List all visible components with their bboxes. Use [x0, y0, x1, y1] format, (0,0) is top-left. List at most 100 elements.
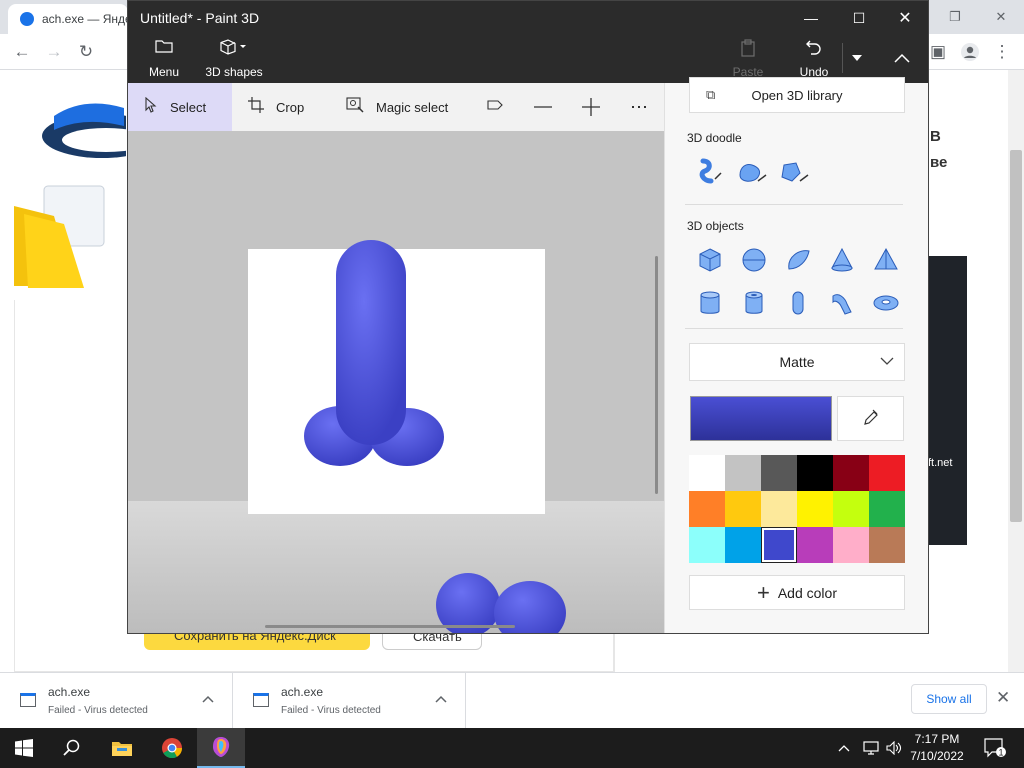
download-filename: ach.exe — [281, 685, 324, 699]
search-icon[interactable] — [48, 728, 96, 768]
ad-banner[interactable] — [928, 256, 967, 545]
menu-label: Menu — [148, 65, 180, 79]
flag-icon[interactable] — [486, 83, 510, 131]
soft-edge-doodle-icon[interactable] — [735, 155, 769, 189]
browser-close-button[interactable]: ✕ — [978, 0, 1024, 34]
yandex-disk-favicon-icon — [20, 12, 34, 26]
chevron-up-icon[interactable] — [202, 691, 214, 706]
minimize-button[interactable]: — — [788, 5, 834, 31]
close-download-bar-icon[interactable]: ✕ — [996, 688, 1010, 708]
color-swatch[interactable] — [761, 491, 797, 527]
library-label: Open 3D library — [751, 87, 843, 103]
taskbar-clock[interactable]: 7:17 PM 7/10/2022 — [900, 731, 974, 765]
magic-select-tool[interactable]: Magic select — [346, 83, 470, 131]
maximize-button[interactable]: ☐ — [836, 5, 882, 31]
magic-select-label: Magic select — [376, 99, 449, 115]
color-swatch[interactable] — [761, 455, 797, 491]
tube-doodle-icon[interactable] — [693, 155, 727, 189]
color-swatch[interactable] — [689, 455, 725, 491]
download-filename: ach.exe — [48, 685, 91, 699]
network-icon[interactable] — [862, 728, 880, 768]
capsule-icon[interactable] — [781, 286, 815, 320]
color-swatch[interactable] — [725, 491, 761, 527]
close-button[interactable]: ✕ — [882, 5, 928, 31]
crop-icon — [248, 97, 264, 117]
page-heading-fragment: ве — [930, 154, 948, 171]
donut-icon[interactable] — [869, 286, 903, 320]
menu-button[interactable]: Menu — [146, 39, 182, 79]
color-swatch[interactable] — [797, 491, 833, 527]
color-swatch[interactable] — [689, 491, 725, 527]
folder-icon — [155, 39, 173, 57]
download-item[interactable]: ach.exe Failed - Virus detected — [233, 673, 466, 729]
clock-time: 7:17 PM — [914, 732, 960, 746]
crop-tool[interactable]: Crop — [248, 83, 328, 131]
chevron-up-icon[interactable] — [435, 691, 447, 706]
add-color-button[interactable]: + Add color — [689, 575, 905, 610]
open-3d-library-button[interactable]: ⧉ Open 3D library — [689, 77, 905, 113]
browser-maximize-button[interactable]: ❐ — [932, 0, 978, 34]
color-swatch[interactable] — [761, 527, 797, 563]
color-swatch[interactable] — [833, 491, 869, 527]
eyedropper-button[interactable] — [837, 396, 904, 441]
file-explorer-icon[interactable] — [98, 728, 146, 768]
current-color-swatch[interactable] — [690, 396, 832, 441]
color-swatch[interactable] — [689, 527, 725, 563]
canvas-area[interactable] — [128, 131, 664, 634]
color-swatch[interactable] — [797, 527, 833, 563]
tube-icon[interactable] — [737, 286, 771, 320]
color-swatch[interactable] — [869, 455, 905, 491]
undo-button[interactable]: Undo — [796, 39, 832, 79]
more-options-icon[interactable]: ⋯ — [630, 83, 650, 131]
cube-dropdown-icon — [220, 39, 248, 57]
pyramid-icon[interactable] — [869, 243, 903, 277]
zoom-in-icon[interactable] — [582, 83, 602, 131]
collapse-ribbon-icon[interactable] — [888, 43, 916, 73]
pointer-icon — [144, 96, 158, 117]
color-swatch[interactable] — [869, 527, 905, 563]
color-swatch[interactable] — [797, 455, 833, 491]
color-swatch[interactable] — [833, 455, 869, 491]
cube-icon[interactable] — [693, 243, 727, 277]
zoom-out-icon[interactable] — [534, 83, 554, 131]
windows-start-icon[interactable] — [0, 728, 48, 768]
color-swatch[interactable] — [725, 455, 761, 491]
show-hidden-icons-icon[interactable] — [838, 728, 850, 768]
divider — [685, 328, 903, 329]
sphere-icon[interactable] — [737, 243, 771, 277]
download-item[interactable]: ach.exe Failed - Virus detected — [0, 673, 233, 729]
3d-shapes-button[interactable]: 3D shapes — [202, 39, 266, 79]
color-swatch[interactable] — [869, 491, 905, 527]
cone-icon[interactable] — [825, 243, 859, 277]
show-all-button[interactable]: Show all — [911, 684, 987, 714]
notification-center-icon[interactable]: 1 — [984, 728, 1006, 768]
reload-icon[interactable]: ↻ — [74, 40, 98, 64]
browser-tab[interactable]: ach.exe — Яндекс — [8, 4, 128, 34]
3d-model[interactable] — [128, 131, 664, 634]
plus-icon: + — [756, 579, 770, 605]
reading-list-icon[interactable]: ▣ — [926, 40, 950, 64]
page-scrollbar-thumb[interactable] — [1010, 150, 1022, 522]
forward-icon[interactable]: → — [42, 40, 66, 64]
3d-objects-heading: 3D objects — [687, 219, 744, 233]
color-swatch[interactable] — [833, 527, 869, 563]
browser-menu-icon[interactable]: ⋮ — [990, 40, 1014, 64]
canvas-vertical-scrollbar[interactable] — [655, 256, 658, 494]
back-icon[interactable]: ← — [10, 40, 34, 64]
profile-icon[interactable] — [958, 40, 982, 64]
paste-button[interactable]: Paste — [730, 39, 766, 79]
canvas-horizontal-scrollbar[interactable] — [265, 625, 515, 628]
sharp-edge-doodle-icon[interactable] — [777, 155, 811, 189]
material-value: Matte — [779, 354, 815, 370]
color-swatch[interactable] — [725, 527, 761, 563]
taskbar: 7:17 PM 7/10/2022 1 — [0, 728, 1024, 768]
curved-cylinder-icon[interactable] — [825, 286, 859, 320]
cylinder-icon[interactable] — [693, 286, 727, 320]
more-dropdown-icon[interactable] — [842, 43, 870, 73]
chrome-icon[interactable] — [148, 728, 196, 768]
hemisphere-icon[interactable] — [781, 243, 815, 277]
paint3d-taskbar-icon[interactable] — [197, 728, 245, 768]
material-dropdown[interactable]: Matte — [689, 343, 905, 381]
select-tool[interactable]: Select — [128, 83, 232, 131]
side-panel: ⧉ Open 3D library 3D doodle 3D objects M… — [664, 77, 928, 633]
